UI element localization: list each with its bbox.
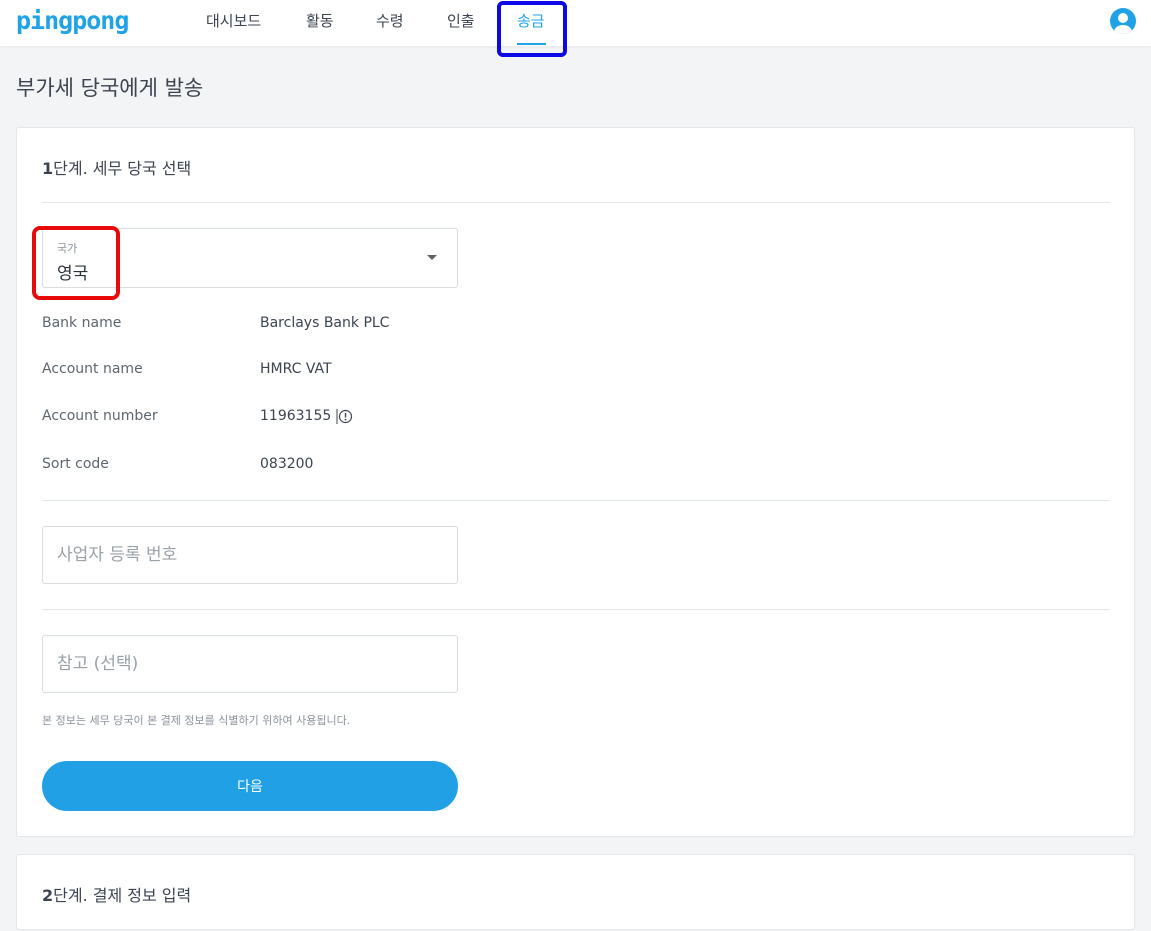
divider <box>42 202 1110 203</box>
divider <box>42 609 1110 610</box>
info-note: 본 정보는 세무 당국이 본 결제 정보를 식별하기 위하여 사용됩니다. <box>42 714 351 727</box>
active-tab-indicator <box>517 43 546 45</box>
nav-activity[interactable]: 활동 <box>306 10 334 31</box>
account-name-value: HMRC VAT <box>260 361 332 377</box>
business-number-field <box>42 526 458 584</box>
country-select-value: 영국 <box>57 264 89 284</box>
account-number-value: 11963155 <box>260 408 332 424</box>
nav-receive[interactable]: 수령 <box>376 10 404 31</box>
sort-code-label: Sort code <box>42 456 109 472</box>
bank-name-label: Bank name <box>42 315 122 331</box>
bank-name-value: Barclays Bank PLC <box>260 315 390 331</box>
nav-withdraw[interactable]: 인출 <box>447 10 475 31</box>
next-button[interactable]: 다음 <box>42 761 458 811</box>
top-navbar: pingpong 대시보드 활동 수령 인출 송금 <box>0 0 1151 46</box>
business-number-input[interactable] <box>43 527 457 583</box>
divider <box>42 500 1110 501</box>
country-select[interactable]: 국가 영국 <box>42 228 458 288</box>
step2-number: 2 <box>42 886 54 905</box>
pingpong-logo[interactable]: pingpong <box>16 6 129 35</box>
country-select-label: 국가 <box>57 242 78 255</box>
info-icon[interactable] <box>336 408 353 425</box>
nav-dashboard[interactable]: 대시보드 <box>206 10 261 31</box>
nav-transfer[interactable]: 송금 <box>517 10 545 31</box>
reference-field <box>42 635 458 693</box>
reference-input[interactable] <box>43 636 457 692</box>
account-number-label: Account number <box>42 408 158 424</box>
page-title: 부가세 당국에게 발송 <box>16 76 204 100</box>
step1-title: 1단계. 세무 당국 선택 <box>42 155 191 179</box>
step1-title-text: 단계. 세무 당국 선택 <box>53 159 192 178</box>
sort-code-value: 083200 <box>260 456 314 472</box>
step2-title: 2단계. 결제 정보 입력 <box>42 882 191 906</box>
chevron-down-icon <box>427 255 437 260</box>
step2-title-text: 단계. 결제 정보 입력 <box>53 886 192 905</box>
account-name-label: Account name <box>42 361 143 377</box>
step1-number: 1 <box>42 159 54 178</box>
user-avatar-icon[interactable] <box>1110 8 1136 34</box>
